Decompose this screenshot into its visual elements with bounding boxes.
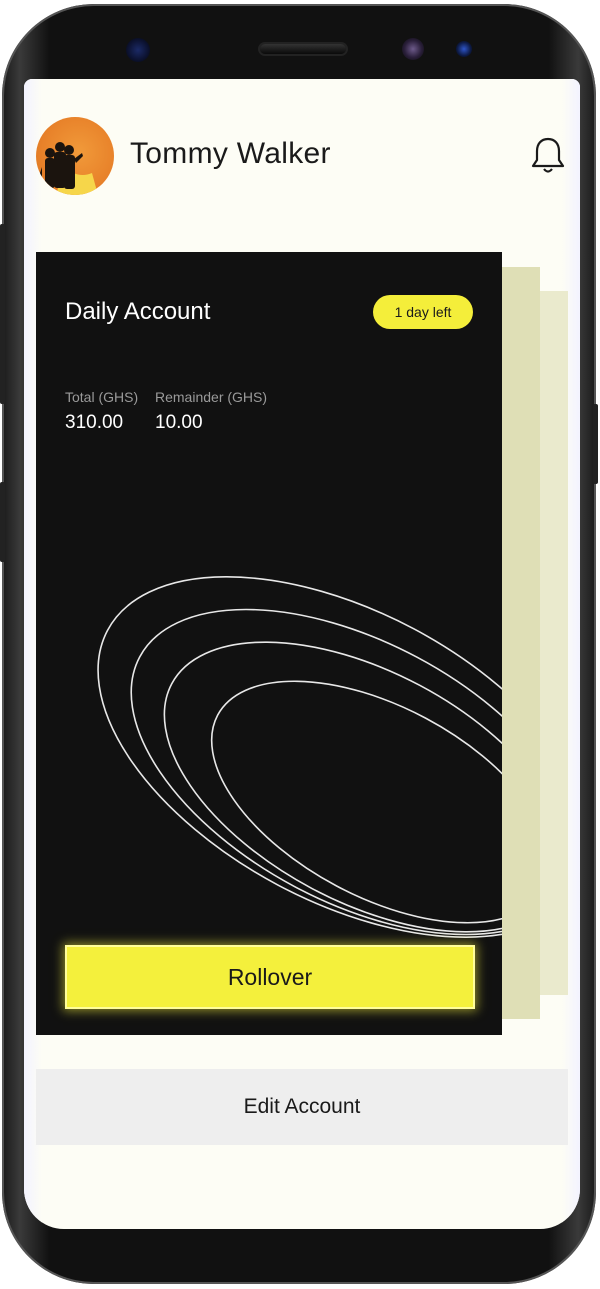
remainder-value: 10.00 xyxy=(155,412,203,433)
stacked-card-back-1 xyxy=(500,267,540,1019)
iris-scanner-icon xyxy=(402,38,424,60)
sensor-icon xyxy=(456,41,472,57)
front-camera-icon xyxy=(126,38,150,62)
total-value: 310.00 xyxy=(65,412,124,433)
total-label: Total (GHS) xyxy=(65,389,139,405)
card-decoration-arcs xyxy=(97,576,502,938)
avatar[interactable] xyxy=(36,117,114,195)
rollover-button[interactable]: Rollover xyxy=(65,945,475,1009)
account-title: Daily Account xyxy=(65,298,211,325)
app-screen: Tommy Walker Daily Account 1 day left To… xyxy=(24,79,580,1229)
volume-button xyxy=(0,224,5,404)
power-button xyxy=(593,404,598,484)
avatar-silhouette-icon xyxy=(38,142,98,195)
days-left-badge: 1 day left xyxy=(373,295,473,329)
bell-icon[interactable] xyxy=(530,135,566,175)
remainder-label: Remainder (GHS) xyxy=(155,389,268,405)
phone-frame: Tommy Walker Daily Account 1 day left To… xyxy=(0,4,598,1284)
bixby-button xyxy=(0,482,5,562)
app-header: Tommy Walker xyxy=(24,79,580,229)
earpiece-speaker xyxy=(260,44,346,54)
user-name: Tommy Walker xyxy=(130,137,331,170)
account-card: Daily Account 1 day left Total (GHS) 310… xyxy=(36,252,502,1035)
edit-account-button[interactable]: Edit Account xyxy=(36,1069,568,1145)
